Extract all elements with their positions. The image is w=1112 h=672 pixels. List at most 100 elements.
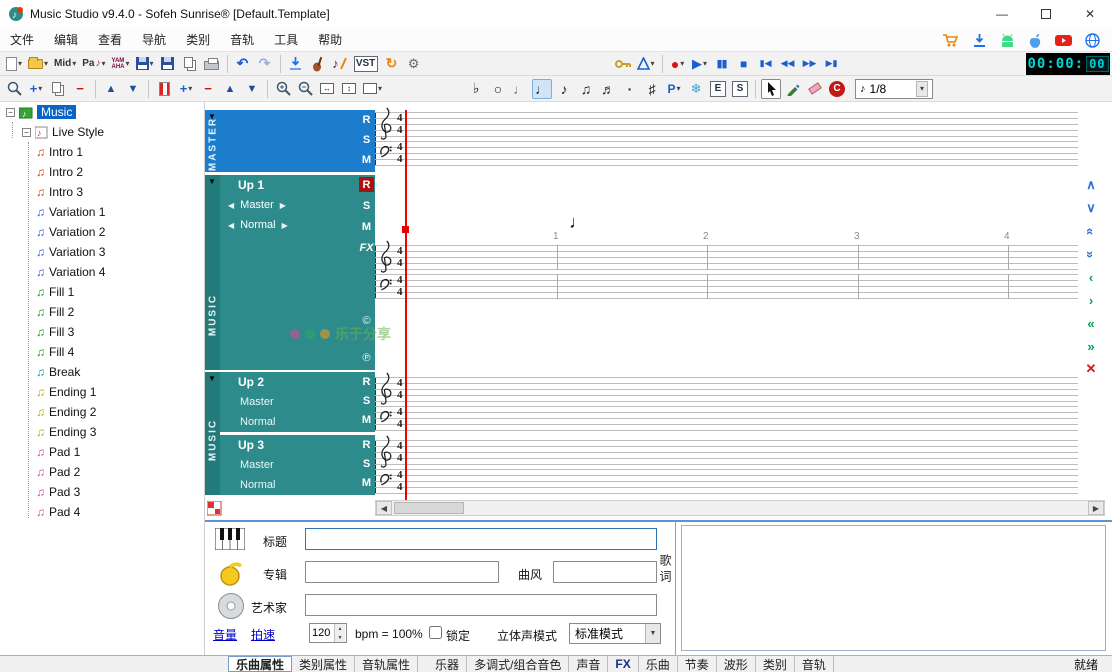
- redo-button[interactable]: ↷: [255, 54, 275, 74]
- tree-item-ending-2[interactable]: ♫Ending 2: [0, 402, 204, 422]
- undo-button[interactable]: ↶: [233, 54, 253, 74]
- freeze-button[interactable]: ❄: [686, 79, 706, 99]
- duplicate-category-button[interactable]: [48, 79, 68, 99]
- tree-item-variation-2[interactable]: ♫Variation 2: [0, 222, 204, 242]
- tab-song-properties[interactable]: 乐曲属性: [228, 656, 292, 672]
- dot-button[interactable]: ·: [620, 79, 640, 99]
- tab-sound[interactable]: 声音: [569, 656, 608, 672]
- track-down-button[interactable]: ▼: [242, 79, 262, 99]
- scroll-left-button[interactable]: ◀: [376, 501, 392, 515]
- tree-item-pad-2[interactable]: ♫Pad 2: [0, 462, 204, 482]
- mute-toggle[interactable]: M: [359, 412, 374, 427]
- apple-icon[interactable]: [1028, 33, 1042, 48]
- refresh-button[interactable]: ↻: [382, 54, 402, 74]
- close-button[interactable]: ✕: [1068, 0, 1112, 28]
- prev-icon[interactable]: ◀: [228, 221, 234, 230]
- collapse-triangle-icon[interactable]: ▼: [208, 177, 216, 186]
- scrollbar-thumb[interactable]: [394, 502, 464, 514]
- zoom-out-button[interactable]: [295, 79, 315, 99]
- tree-item-fill-3[interactable]: ♫Fill 3: [0, 322, 204, 342]
- style-selector[interactable]: ◀ Master ▶: [220, 195, 358, 215]
- track-name[interactable]: Up 3: [220, 435, 358, 455]
- add-category-button[interactable]: +▾: [26, 79, 46, 99]
- fit-width-button[interactable]: ↔: [317, 79, 337, 99]
- track-name[interactable]: Up 2: [220, 372, 358, 392]
- menu-help[interactable]: 帮助: [308, 28, 352, 52]
- nav-right-button[interactable]: ›: [1081, 290, 1101, 310]
- horizontal-scrollbar[interactable]: ◀ ▶: [375, 500, 1105, 516]
- shop-cart-icon[interactable]: [942, 33, 959, 48]
- rewind-button[interactable]: ◀◀: [778, 54, 798, 74]
- master-track-header[interactable]: ▼ MASTER R S M: [205, 110, 375, 172]
- spin-down-icon[interactable]: ▼: [335, 633, 345, 642]
- forward-button[interactable]: ▶▶: [800, 54, 820, 74]
- album-input[interactable]: [305, 561, 499, 583]
- new-file-button[interactable]: ▾: [4, 54, 24, 74]
- playhead-marker[interactable]: [402, 226, 409, 233]
- lock-checkbox[interactable]: [429, 626, 442, 639]
- globe-icon[interactable]: [1085, 33, 1100, 48]
- collapse-icon[interactable]: −: [22, 128, 31, 137]
- menu-navigate[interactable]: 导航: [132, 28, 176, 52]
- tree-item-intro-1[interactable]: ♫Intro 1: [0, 142, 204, 162]
- pause-button[interactable]: ▮▮: [712, 54, 732, 74]
- vst-button[interactable]: VST: [352, 54, 380, 74]
- score-note[interactable]: ♩: [569, 212, 587, 233]
- tab-category[interactable]: 类别: [756, 656, 795, 672]
- mute-toggle[interactable]: M: [359, 219, 374, 234]
- record-toggle[interactable]: R: [359, 177, 374, 192]
- artist-input[interactable]: [305, 594, 657, 616]
- nav-start-button[interactable]: «: [1081, 313, 1101, 333]
- metronome-button[interactable]: ▾: [635, 54, 657, 74]
- up1-staff-system[interactable]: 1 2 3 4 44 44: [375, 245, 1078, 299]
- tree-item-fill-2[interactable]: ♫Fill 2: [0, 302, 204, 322]
- pa-style-button[interactable]: Pa♪▾: [80, 54, 107, 74]
- go-start-button[interactable]: ▮◀: [756, 54, 776, 74]
- phonogram-icon[interactable]: ℗: [359, 352, 374, 364]
- mute-toggle[interactable]: M: [359, 475, 374, 490]
- tree-item-variation-4[interactable]: ♫Variation 4: [0, 262, 204, 282]
- add-track-button[interactable]: +▾: [176, 79, 196, 99]
- spin-up-icon[interactable]: ▲: [335, 624, 345, 633]
- collapse-triangle-icon[interactable]: ▼: [208, 374, 216, 383]
- record-toggle[interactable]: R: [359, 374, 374, 389]
- tree-root-music[interactable]: − ♪ Music: [0, 102, 204, 122]
- tree-item-ending-3[interactable]: ♫Ending 3: [0, 422, 204, 442]
- stereo-mode-select[interactable]: 标准模式 ▼: [569, 623, 661, 644]
- tab-song[interactable]: 乐曲: [639, 656, 678, 672]
- tree-item-variation-1[interactable]: ♫Variation 1: [0, 202, 204, 222]
- tree-item-intro-3[interactable]: ♫Intro 3: [0, 182, 204, 202]
- grid-tool-icon[interactable]: [207, 501, 222, 516]
- fit-page-button[interactable]: ▾: [361, 79, 384, 99]
- remove-track-button[interactable]: −: [198, 79, 218, 99]
- import-track-button[interactable]: [286, 54, 306, 74]
- title-input[interactable]: [305, 528, 657, 550]
- tree-item-break[interactable]: ♫Break: [0, 362, 204, 382]
- youtube-icon[interactable]: [1055, 34, 1072, 47]
- next-icon[interactable]: ▶: [280, 201, 286, 210]
- master-record-toggle[interactable]: R: [359, 112, 374, 127]
- remove-category-button[interactable]: −: [70, 79, 90, 99]
- nav-page-up-button[interactable]: «: [1081, 221, 1101, 241]
- settings-button[interactable]: ⚙: [404, 54, 424, 74]
- track-header-up3[interactable]: Up 3 Master Normal R S M: [220, 435, 375, 495]
- tab-track-properties[interactable]: 音轨属性: [355, 656, 418, 672]
- record-button[interactable]: ●▾: [668, 54, 688, 74]
- event-list-button[interactable]: E: [708, 79, 728, 99]
- tempo-link[interactable]: 拍速: [251, 626, 275, 643]
- solo-toggle[interactable]: S: [359, 198, 374, 213]
- menu-view[interactable]: 查看: [88, 28, 132, 52]
- tab-fx[interactable]: FX: [608, 656, 638, 672]
- mode-selector[interactable]: ◀ Normal ▶: [220, 215, 358, 235]
- tab-waveform[interactable]: 波形: [717, 656, 756, 672]
- track-up-button[interactable]: ▲: [220, 79, 240, 99]
- zoom-in-button[interactable]: [273, 79, 293, 99]
- midi-import-button[interactable]: Mid▾: [52, 54, 78, 74]
- maximize-button[interactable]: [1024, 0, 1068, 28]
- note-duration-select[interactable]: ♪ 1/8 ▾: [855, 79, 933, 99]
- tree-item-intro-2[interactable]: ♫Intro 2: [0, 162, 204, 182]
- eighth-note-button[interactable]: ♪: [554, 79, 574, 99]
- print-button[interactable]: [202, 54, 222, 74]
- move-up-button[interactable]: ▲: [101, 79, 121, 99]
- minimize-button[interactable]: —: [980, 0, 1024, 28]
